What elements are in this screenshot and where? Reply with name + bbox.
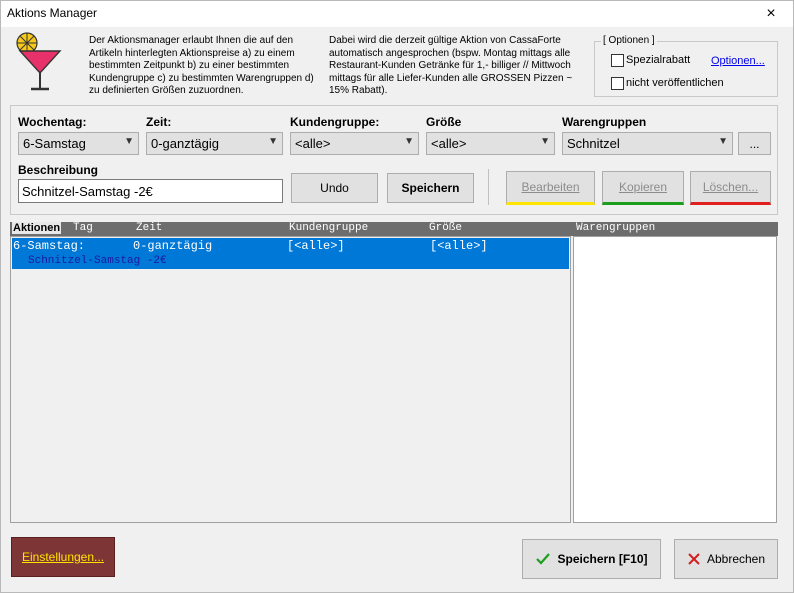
options-legend: [ Optionen ] <box>601 35 657 46</box>
header-warengruppen: Warengruppen <box>576 222 656 234</box>
loeschen-label: Löschen... <box>702 180 759 194</box>
zeit-label: Zeit: <box>146 115 172 129</box>
grid-header: Aktionen Tag Zeit Kundengruppe Größe War… <box>10 222 778 236</box>
header-zeit: Zeit <box>136 222 163 234</box>
groesse-select[interactable]: <alle> ▼ <box>426 132 555 155</box>
cross-icon <box>688 553 700 565</box>
close-button[interactable]: × <box>749 1 793 27</box>
chevron-down-icon: ▼ <box>124 136 134 147</box>
header-groesse: Größe <box>429 222 463 234</box>
wochentag-select[interactable]: 6-Samstag ▼ <box>18 132 139 155</box>
kopieren-button[interactable]: Kopieren <box>602 171 684 205</box>
groesse-label: Größe <box>426 115 462 129</box>
chevron-down-icon: ▼ <box>268 136 278 147</box>
speichern-f10-label: Speichern [F10] <box>557 552 648 566</box>
beschreibung-label: Beschreibung <box>18 163 99 177</box>
header-aktionen: Aktionen <box>12 222 62 234</box>
einstellungen-label: Einstellungen... <box>21 550 105 564</box>
info-text-right: Dabei wird die derzeit gültige Aktion vo… <box>329 35 573 97</box>
window-title: Aktions Manager <box>7 6 98 20</box>
warengruppen-label: Warengruppen <box>562 115 647 129</box>
nicht-veroeffentlichen-label: nicht veröffentlichen <box>626 77 724 89</box>
close-icon: × <box>766 5 776 22</box>
toolbar-separator <box>488 169 489 205</box>
zeit-select[interactable]: 0-ganztägig ▼ <box>146 132 283 155</box>
loeschen-button[interactable]: Löschen... <box>690 171 771 205</box>
header-kundengruppe: Kundengruppe <box>289 222 369 234</box>
kundengruppe-select[interactable]: <alle> ▼ <box>290 132 419 155</box>
aktions-manager-window: Aktions Manager × Der Aktionsmanager erl… <box>0 0 794 593</box>
row-groesse: [<alle>] <box>430 239 488 253</box>
row-zeit: 0-ganztägig <box>133 239 213 253</box>
chevron-down-icon: ▼ <box>404 136 414 147</box>
undo-button[interactable]: Undo <box>291 173 378 203</box>
abbrechen-label: Abbrechen <box>706 552 766 566</box>
header-tag: Tag <box>73 222 93 234</box>
spezialrabatt-label: Spezialrabatt <box>626 54 691 66</box>
groesse-value: <alle> <box>431 136 467 151</box>
cocktail-icon <box>13 31 63 93</box>
info-text-left: Der Aktionsmanager erlaubt Ihnen die auf… <box>89 35 314 97</box>
einstellungen-button[interactable]: Einstellungen... <box>11 537 115 577</box>
speichern-button[interactable]: Speichern <box>387 173 474 203</box>
optionen-link[interactable]: Optionen... <box>711 55 765 67</box>
warengruppen-ellipsis-button[interactable]: ... <box>738 132 771 155</box>
aktionen-list[interactable]: 6-Samstag: 0-ganztägig [<alle>] [<alle>]… <box>10 236 571 523</box>
kundengruppe-label: Kundengruppe: <box>290 115 380 129</box>
kundengruppe-value: <alle> <box>295 136 331 151</box>
kopieren-label: Kopieren <box>618 180 668 194</box>
title-bar: Aktions Manager × <box>1 1 793 27</box>
row-beschreibung: Schnitzel-Samstag -2€ <box>28 255 167 267</box>
zeit-value: 0-ganztägig <box>151 136 219 151</box>
bearbeiten-label: Bearbeiten <box>521 180 580 194</box>
abbrechen-button[interactable]: Abbrechen <box>674 539 778 579</box>
check-icon <box>536 553 551 565</box>
spezialrabatt-checkbox[interactable] <box>611 54 624 67</box>
wochentag-value: 6-Samstag <box>23 136 86 151</box>
beschreibung-input[interactable]: Schnitzel-Samstag -2€ <box>18 179 283 203</box>
warengruppen-value: Schnitzel <box>567 136 620 151</box>
warengruppen-select[interactable]: Schnitzel ▼ <box>562 132 733 155</box>
nicht-veroeffentlichen-checkbox[interactable] <box>611 77 624 90</box>
row-tag: 6-Samstag: <box>13 239 86 253</box>
warengruppen-list[interactable] <box>573 236 777 523</box>
chevron-down-icon: ▼ <box>718 136 728 147</box>
speichern-f10-button[interactable]: Speichern [F10] <box>522 539 661 579</box>
chevron-down-icon: ▼ <box>540 136 550 147</box>
wochentag-label: Wochentag: <box>18 115 87 129</box>
row-kundengruppe: [<alle>] <box>287 239 345 253</box>
table-row[interactable]: 6-Samstag: 0-ganztägig [<alle>] [<alle>]… <box>12 238 569 269</box>
bearbeiten-button[interactable]: Bearbeiten <box>506 171 595 205</box>
options-groupbox: [ Optionen ] Spezialrabatt Optionen... n… <box>594 35 778 97</box>
